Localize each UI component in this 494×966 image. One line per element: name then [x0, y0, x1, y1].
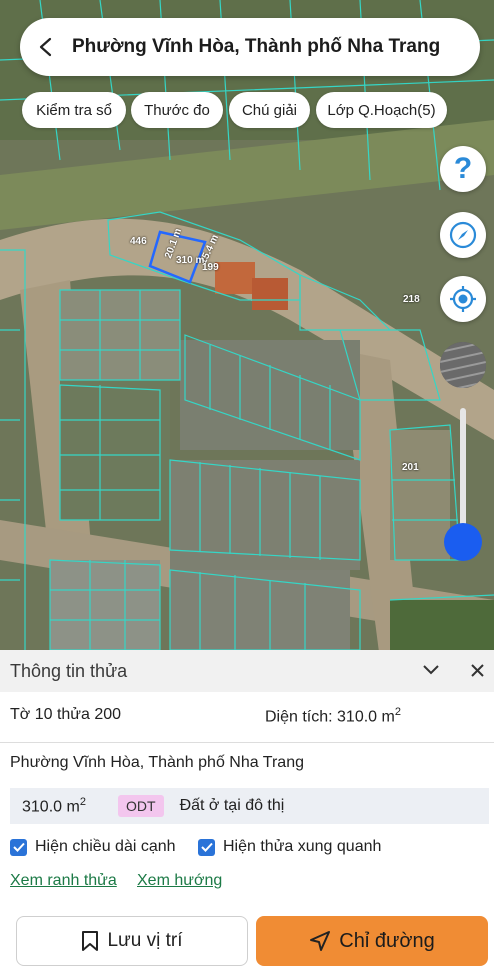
checkbox-checked-icon	[198, 838, 215, 856]
parcel-area-value: Diện tích: 310.0 m	[265, 708, 395, 726]
map-label-201: 201	[402, 462, 419, 473]
help-button[interactable]: ?	[440, 146, 486, 192]
back-button[interactable]	[20, 18, 72, 76]
layers-icon	[440, 342, 486, 388]
map-parcel-area-label: 310 m	[176, 255, 205, 266]
opacity-slider-handle[interactable]	[444, 523, 482, 561]
view-direction-link[interactable]: Xem hướng	[137, 872, 222, 890]
crosshair-icon	[450, 286, 476, 312]
parcel-area-unit-sup: 2	[394, 706, 401, 718]
land-use-area-sup: 2	[79, 795, 86, 808]
layer-toggle-button[interactable]	[440, 342, 486, 388]
checkbox-checked-icon	[10, 838, 27, 856]
divider	[0, 742, 494, 743]
location-title: Phường Vĩnh Hòa, Thành phố Nha Trang	[72, 36, 441, 57]
save-location-label: Lưu vị trí	[107, 930, 183, 951]
chip-legend[interactable]: Chú giải	[229, 92, 310, 128]
parcel-info-panel: Thông tin thửa Tờ 10 thửa 200 Diện tích:…	[0, 650, 494, 966]
compass-button[interactable]	[440, 212, 486, 258]
land-use-area-value: 310.0 m	[22, 798, 80, 816]
chevron-down-icon[interactable]	[422, 664, 440, 676]
chip-check-certificate[interactable]: Kiểm tra sổ	[22, 92, 126, 128]
show-edge-lengths-checkbox[interactable]: Hiện chiều dài cạnh	[10, 838, 176, 856]
directions-button[interactable]: Chỉ đường	[256, 916, 488, 966]
land-use-type: Đất ở tại đô thị	[179, 797, 285, 814]
land-use-code-badge: ODT	[118, 795, 164, 817]
sheet-parcel-number: Tờ 10 thửa 200	[10, 706, 122, 723]
panel-title: Thông tin thửa	[10, 660, 128, 681]
compass-icon	[449, 221, 477, 249]
checkbox-label: Hiện thửa xung quanh	[223, 838, 382, 855]
land-use-row: 310.0 m2 ODT Đất ở tại đô thị	[10, 788, 489, 824]
land-use-area: 310.0 m2	[22, 796, 118, 816]
parcel-address: Phường Vĩnh Hòa, Thành phố Nha Trang	[10, 754, 304, 771]
parcel-area: Diện tích: 310.0 m2	[265, 706, 401, 726]
map-label-199: 199	[202, 262, 219, 273]
chevron-left-icon	[39, 37, 52, 57]
show-neighbors-checkbox[interactable]: Hiện thửa xung quanh	[198, 838, 381, 856]
close-icon[interactable]	[470, 663, 485, 678]
bookmark-icon	[82, 931, 99, 951]
send-icon	[310, 931, 331, 951]
help-icon: ?	[453, 152, 473, 185]
save-location-button[interactable]: Lưu vị trí	[16, 916, 248, 966]
map-label-446: 446	[130, 236, 147, 247]
chip-measure[interactable]: Thước đo	[131, 92, 223, 128]
directions-label: Chỉ đường	[339, 929, 435, 952]
view-boundary-link[interactable]: Xem ranh thửa	[10, 872, 117, 890]
panel-header: Thông tin thửa	[0, 650, 494, 692]
location-bar[interactable]: Phường Vĩnh Hòa, Thành phố Nha Trang	[20, 18, 480, 76]
map-label-218: 218	[403, 294, 420, 305]
my-location-button[interactable]	[440, 276, 486, 322]
checkbox-label: Hiện chiều dài cạnh	[35, 838, 176, 855]
chip-planning-layer[interactable]: Lớp Q.Hoạch(5)	[316, 92, 447, 128]
